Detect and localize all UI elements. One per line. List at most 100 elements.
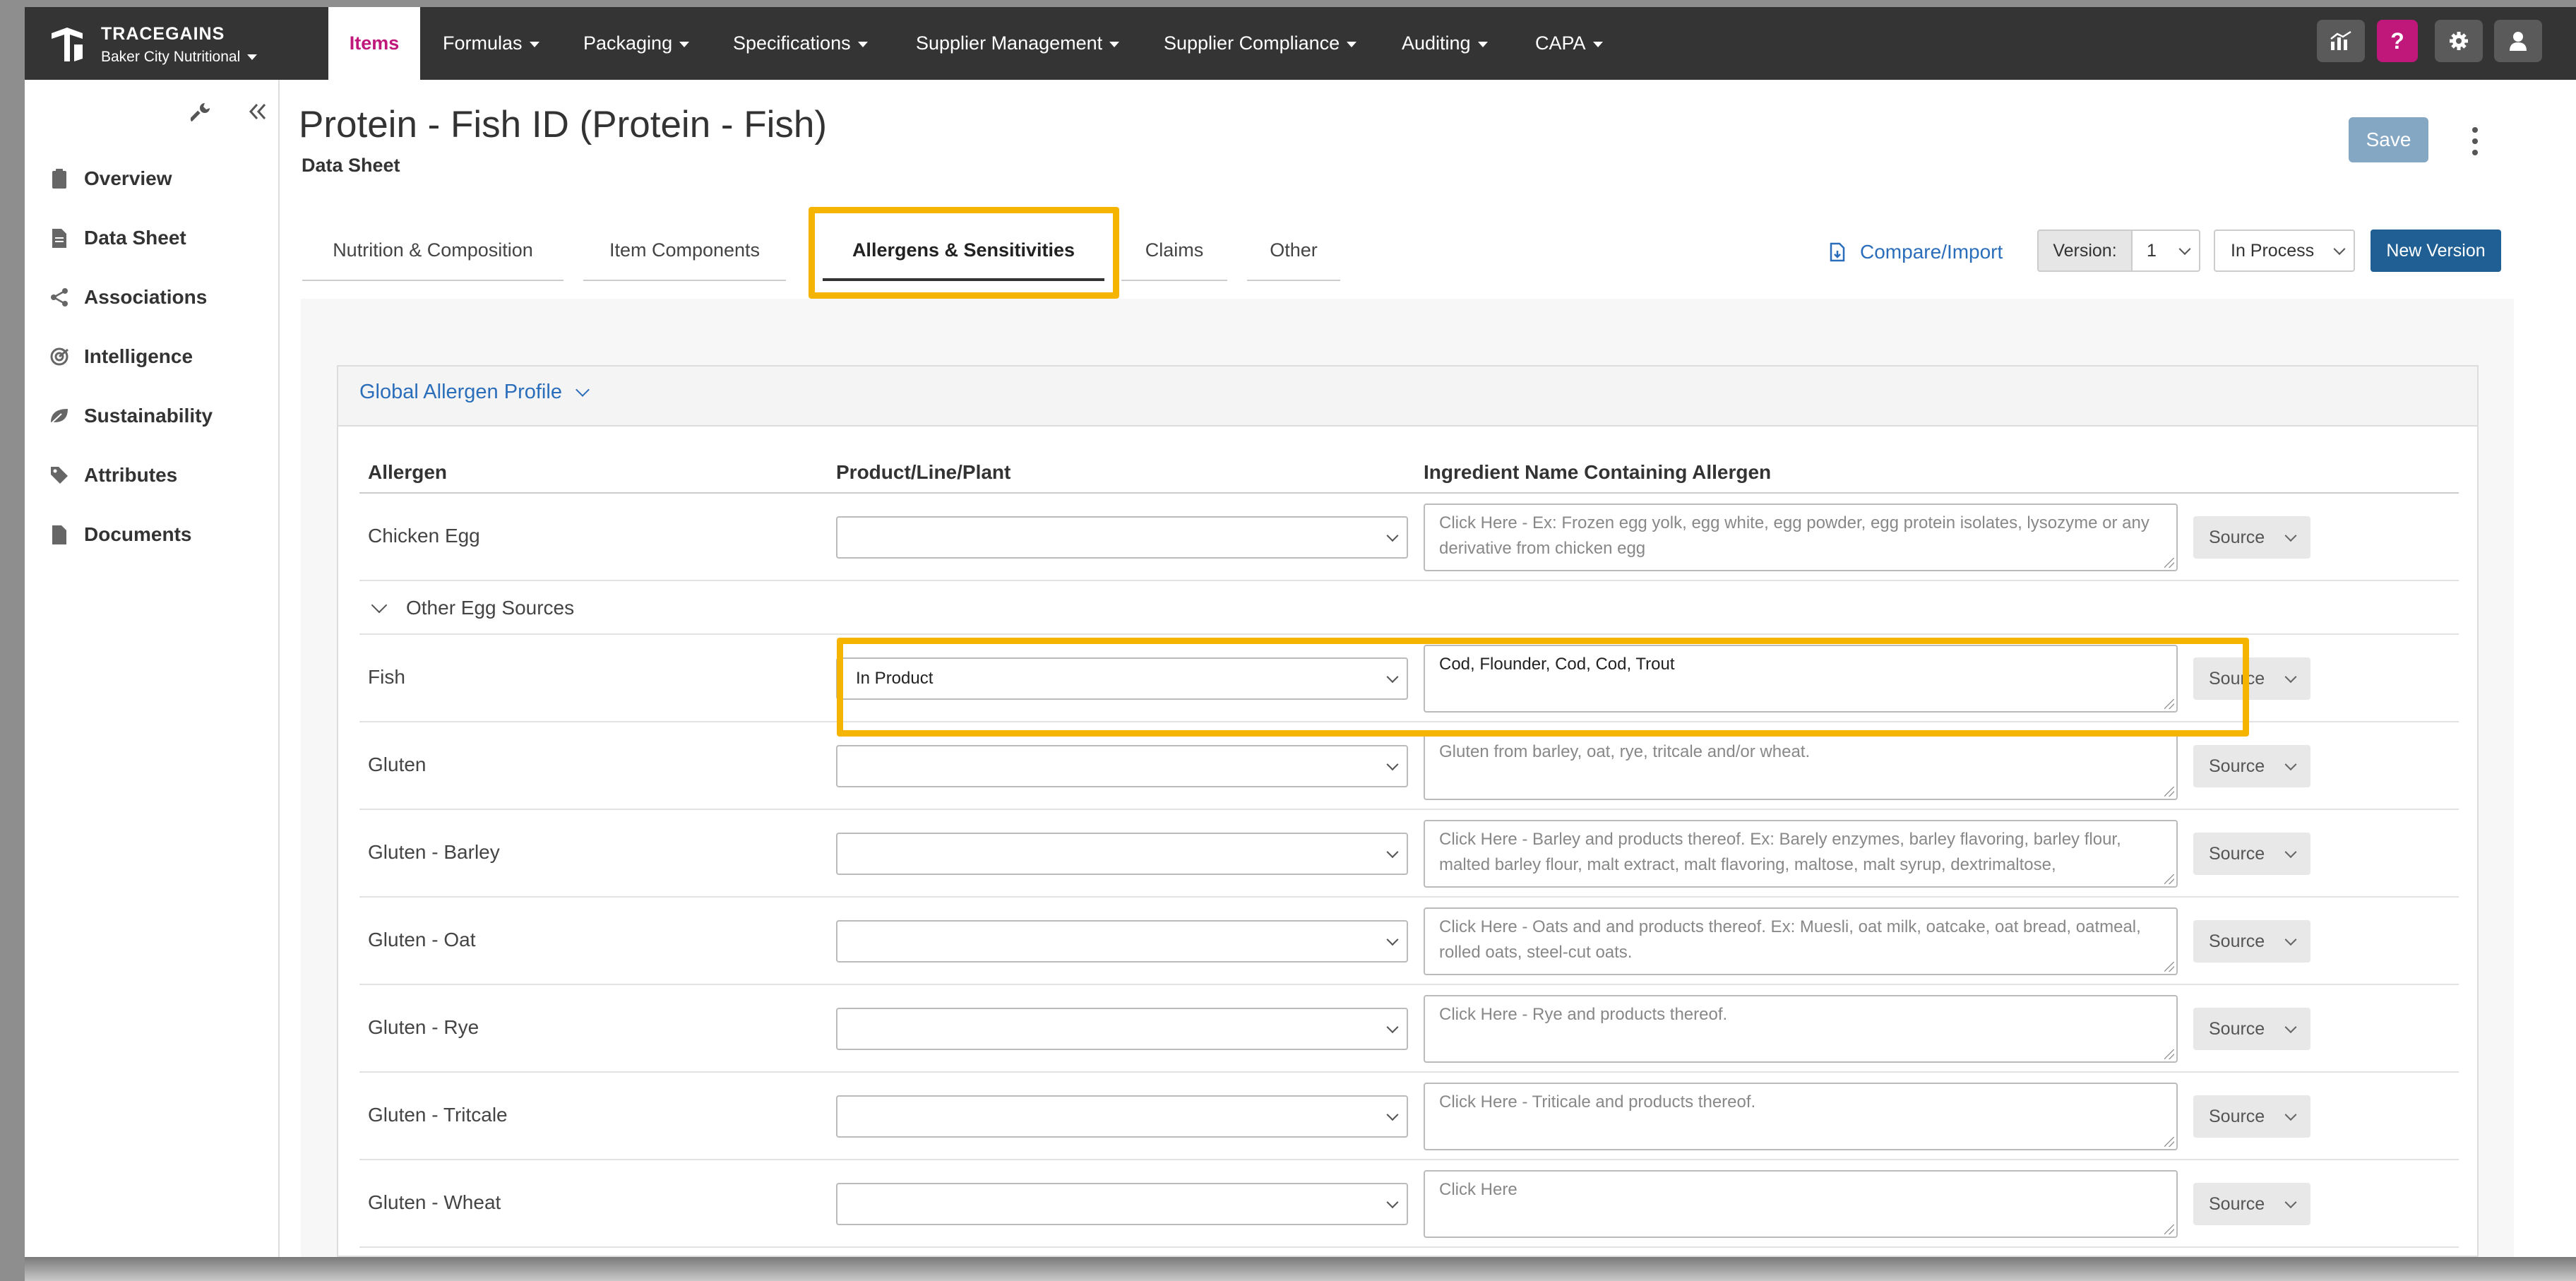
chevron-down-icon	[2178, 243, 2191, 256]
nav-supplier-compliance[interactable]: Supplier Compliance	[1164, 7, 1357, 80]
chevron-down-icon	[2284, 1021, 2297, 1034]
nav-supplier-management[interactable]: Supplier Management	[916, 7, 1120, 80]
chevron-down-icon	[2284, 846, 2297, 859]
profile-toggle[interactable]: Global Allergen Profile	[359, 381, 590, 404]
settings-button[interactable]	[2435, 20, 2483, 62]
chevron-down-icon	[2284, 1109, 2297, 1121]
col-header-allergen: Allergen	[368, 461, 448, 483]
chevron-down-icon	[1347, 41, 1357, 47]
analytics-icon	[2330, 30, 2351, 50]
nav-packaging[interactable]: Packaging	[583, 7, 690, 80]
ingredient-textarea[interactable]: Click Here	[1424, 1170, 2178, 1238]
source-button[interactable]: Source	[2193, 833, 2310, 875]
brand-switcher[interactable]: TRACEGAINS Baker City Nutritional	[46, 20, 258, 69]
chevron-down-icon	[1386, 934, 1399, 946]
nav-formulas[interactable]: Formulas	[443, 7, 539, 80]
subgroup-row[interactable]: Other Egg Sources	[359, 581, 2459, 635]
ingredient-textarea[interactable]: Click Here - Ex: Frozen egg yolk, egg wh…	[1424, 504, 2178, 571]
help-button[interactable]: ?	[2377, 20, 2418, 62]
plant-select[interactable]	[836, 516, 1408, 559]
chevron-down-icon	[1109, 41, 1120, 47]
sidebar-item-attributes[interactable]: Attributes	[47, 458, 177, 493]
plant-select[interactable]	[836, 745, 1408, 787]
tab-item-components[interactable]: Item Components	[583, 219, 786, 281]
chevron-down-icon	[2284, 934, 2297, 946]
save-button[interactable]: Save	[2349, 117, 2428, 162]
nav-specifications[interactable]: Specifications	[733, 7, 868, 80]
chevron-down-icon	[371, 597, 388, 614]
chevron-down-icon	[2333, 243, 2346, 256]
ingredient-textarea[interactable]: Click Here - Barley and products thereof…	[1424, 820, 2178, 888]
source-button[interactable]: Source	[2193, 1183, 2310, 1225]
sidebar: Overview Data Sheet Associations Intelli…	[25, 80, 280, 1257]
nav-items[interactable]: Items	[328, 7, 420, 80]
source-button[interactable]: Source	[2193, 516, 2310, 559]
plant-select[interactable]	[836, 1183, 1408, 1225]
sidebar-item-documents[interactable]: Documents	[47, 517, 191, 552]
plant-select[interactable]	[836, 1095, 1408, 1138]
plant-select[interactable]	[836, 1008, 1408, 1050]
chevron-down-icon	[529, 41, 539, 47]
tab-highlight-box	[809, 207, 1119, 299]
page-title: Protein - Fish ID (Protein - Fish)	[299, 104, 828, 145]
new-version-button[interactable]: New Version	[2371, 230, 2501, 272]
more-options-icon[interactable]	[2468, 126, 2482, 157]
sidebar-item-associations[interactable]: Associations	[47, 280, 207, 315]
analytics-button[interactable]	[2317, 20, 2365, 62]
tracegains-logo-icon	[52, 28, 83, 61]
file-icon	[47, 523, 71, 547]
chevron-down-icon	[857, 41, 868, 47]
source-button[interactable]: Source	[2193, 1008, 2310, 1050]
brand-name: TRACEGAINS	[101, 23, 225, 44]
plant-select[interactable]	[836, 833, 1408, 875]
chevron-down-icon	[2284, 530, 2297, 542]
tab-other[interactable]: Other	[1247, 219, 1340, 281]
gear-icon	[2450, 32, 2468, 50]
table-row: Gluten - Oat Click Here - Oats and and p…	[359, 898, 2459, 985]
nav-capa[interactable]: CAPA	[1535, 7, 1603, 80]
sidebar-item-sustainability[interactable]: Sustainability	[47, 398, 213, 434]
chevron-down-icon	[2284, 1196, 2297, 1209]
radar-icon	[47, 345, 71, 369]
top-nav: TRACEGAINS Baker City Nutritional Items …	[25, 7, 2576, 80]
ingredient-textarea[interactable]: Gluten from barley, oat, rye, tritcale a…	[1424, 732, 2178, 800]
wrench-icon[interactable]	[191, 101, 212, 122]
plant-select[interactable]	[836, 920, 1408, 963]
ingredient-textarea[interactable]: Click Here - Oats and and products there…	[1424, 907, 2178, 975]
fish-row-highlight-box	[837, 638, 2249, 737]
app-window: TRACEGAINS Baker City Nutritional Items …	[25, 7, 2576, 1257]
chevron-down-icon	[679, 41, 690, 47]
collapse-sidebar-icon[interactable]	[248, 102, 268, 121]
table-row: Gluten - Barley Click Here - Barley and …	[359, 810, 2459, 898]
share-icon	[47, 285, 71, 309]
col-header-ingredient: Ingredient Name Containing Allergen	[1424, 461, 1772, 483]
chevron-down-icon	[2284, 671, 2297, 684]
allergen-profile-panel: Global Allergen Profile Allergen Product…	[337, 365, 2479, 1257]
tab-claims[interactable]: Claims	[1121, 219, 1227, 281]
chevron-down-icon	[1386, 758, 1399, 771]
source-button[interactable]: Source	[2193, 1095, 2310, 1138]
ingredient-textarea[interactable]: Click Here - Rye and products thereof.	[1424, 995, 2178, 1063]
version-label: Version:	[2037, 230, 2133, 272]
chevron-down-icon	[1386, 1196, 1399, 1209]
panel-header: Global Allergen Profile	[338, 367, 2477, 427]
clipboard-icon	[47, 167, 71, 191]
nav-auditing[interactable]: Auditing	[1402, 7, 1488, 80]
chevron-down-icon	[1592, 41, 1603, 47]
leaf-icon	[47, 404, 71, 428]
chevron-down-icon	[1386, 1109, 1399, 1121]
compare-import-link[interactable]: Compare/Import	[1829, 234, 2003, 270]
version-select[interactable]: 1	[2133, 230, 2200, 272]
document-icon	[47, 226, 71, 250]
ingredient-textarea[interactable]: Click Here - Triticale and products ther…	[1424, 1083, 2178, 1150]
source-button[interactable]: Source	[2193, 920, 2310, 963]
user-menu-button[interactable]	[2494, 20, 2542, 62]
sidebar-item-intelligence[interactable]: Intelligence	[47, 339, 193, 374]
status-select[interactable]: In Process	[2214, 230, 2355, 272]
source-button[interactable]: Source	[2193, 745, 2310, 787]
user-icon	[2510, 32, 2527, 51]
tab-nutrition-composition[interactable]: Nutrition & Composition	[302, 219, 564, 281]
file-import-icon	[1830, 242, 1845, 262]
sidebar-item-data-sheet[interactable]: Data Sheet	[47, 220, 186, 256]
sidebar-item-overview[interactable]: Overview	[47, 161, 172, 196]
